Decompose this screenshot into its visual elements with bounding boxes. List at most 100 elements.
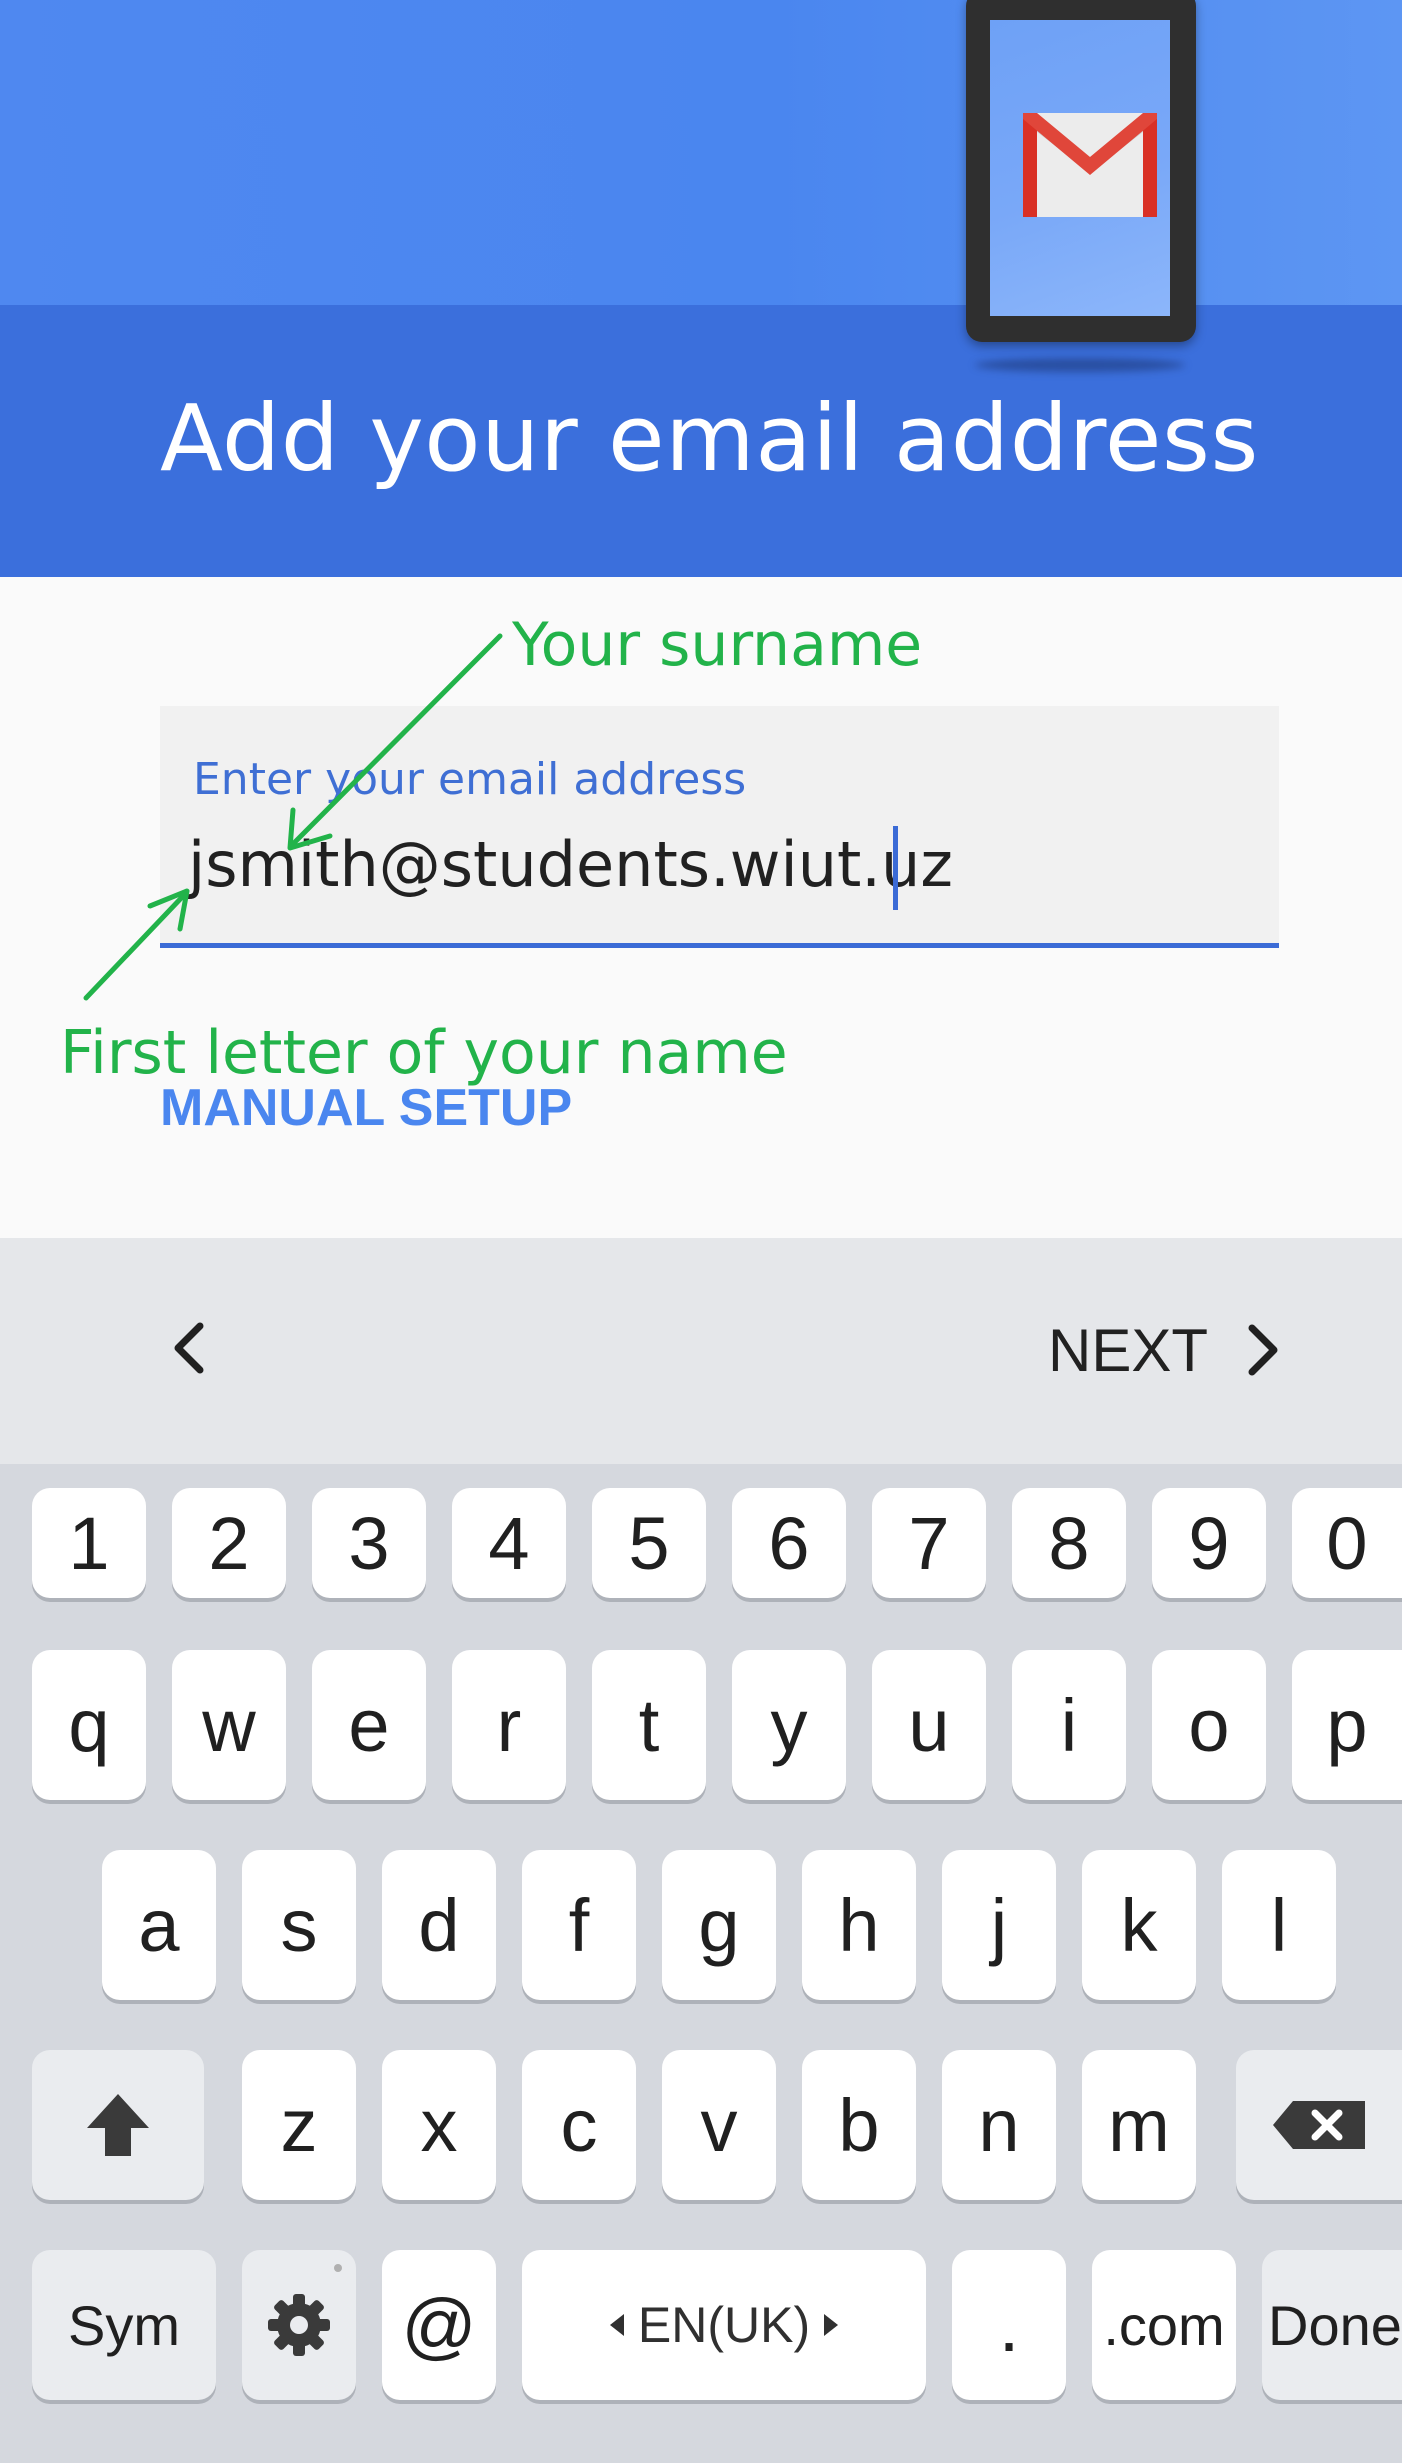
phone-screen [990, 20, 1170, 316]
header-banner: Add your email address [0, 0, 1402, 577]
language-next-icon [824, 2314, 839, 2336]
space-key[interactable]: EN(UK) [522, 2250, 926, 2400]
key-x[interactable]: x [382, 2050, 496, 2200]
next-label: NEXT [1048, 1317, 1209, 1384]
key-8[interactable]: 8 [1012, 1488, 1126, 1598]
key-n[interactable]: n [942, 2050, 1056, 2200]
key-4[interactable]: 4 [452, 1488, 566, 1598]
at-key[interactable]: @ [382, 2250, 496, 2400]
key-label: l [1270, 1883, 1288, 1967]
sym-key[interactable]: Sym [32, 2250, 216, 2400]
key-f[interactable]: f [522, 1850, 636, 2000]
key-label: h [838, 1883, 880, 1967]
key-label: z [280, 2083, 318, 2167]
key-label: @ [401, 2283, 477, 2367]
key-p[interactable]: p [1292, 1650, 1402, 1800]
backspace-icon [1273, 2101, 1365, 2149]
key-6[interactable]: 6 [732, 1488, 846, 1598]
key-label: .com [1103, 2293, 1225, 2357]
key-k[interactable]: k [1082, 1850, 1196, 2000]
key-label: 8 [1048, 1501, 1090, 1585]
back-button[interactable] [150, 1298, 230, 1398]
annotation-surname: Your surname [512, 610, 923, 680]
key-0[interactable]: 0 [1292, 1488, 1402, 1598]
key-label: a [138, 1883, 180, 1967]
key-label: w [202, 1683, 256, 1767]
period-key[interactable]: . [952, 2250, 1066, 2400]
settings-indicator-dot [334, 2264, 342, 2272]
key-label: g [698, 1883, 740, 1967]
key-1[interactable]: 1 [32, 1488, 146, 1598]
key-label: 7 [908, 1501, 950, 1585]
key-l[interactable]: l [1222, 1850, 1336, 2000]
shift-key[interactable] [32, 2050, 204, 2200]
key-label: Sym [68, 2293, 180, 2357]
key-s[interactable]: s [242, 1850, 356, 2000]
key-5[interactable]: 5 [592, 1488, 706, 1598]
shift-arrow-icon [87, 2094, 149, 2156]
key-b[interactable]: b [802, 2050, 916, 2200]
chevron-right-icon [1248, 1324, 1278, 1376]
key-z[interactable]: z [242, 2050, 356, 2200]
backspace-key[interactable] [1236, 2050, 1402, 2200]
key-label: s [280, 1883, 318, 1967]
key-label: q [68, 1683, 110, 1767]
dotcom-key[interactable]: .com [1092, 2250, 1236, 2400]
key-label: d [418, 1883, 460, 1967]
key-7[interactable]: 7 [872, 1488, 986, 1598]
key-h[interactable]: h [802, 1850, 916, 2000]
key-label: c [560, 2083, 598, 2167]
key-e[interactable]: e [312, 1650, 426, 1800]
email-input[interactable] [188, 826, 1248, 902]
annotation-first-letter: First letter of your name [60, 1018, 788, 1088]
key-label: 6 [768, 1501, 810, 1585]
on-screen-keyboard: 1 2 3 4 5 6 7 8 9 0 q w e r t y u i o p … [0, 1464, 1402, 2463]
gear-icon [268, 2294, 330, 2356]
language-label: EN(UK) [637, 2297, 811, 2353]
key-label: n [978, 2083, 1020, 2167]
key-m[interactable]: m [1082, 2050, 1196, 2200]
key-3[interactable]: 3 [312, 1488, 426, 1598]
page-title: Add your email address [160, 385, 1259, 492]
key-label: v [700, 2083, 738, 2167]
key-label: Done [1268, 2293, 1402, 2357]
key-q[interactable]: q [32, 1650, 146, 1800]
phone-shadow [975, 358, 1185, 372]
key-label: 0 [1326, 1501, 1368, 1585]
key-label: k [1120, 1883, 1158, 1967]
key-i[interactable]: i [1012, 1650, 1126, 1800]
key-label: 2 [208, 1501, 250, 1585]
key-u[interactable]: u [872, 1650, 986, 1800]
navigation-bar: NEXT [0, 1238, 1402, 1464]
key-v[interactable]: v [662, 2050, 776, 2200]
key-r[interactable]: r [452, 1650, 566, 1800]
key-y[interactable]: y [732, 1650, 846, 1800]
key-label: e [348, 1683, 390, 1767]
key-o[interactable]: o [1152, 1650, 1266, 1800]
key-2[interactable]: 2 [172, 1488, 286, 1598]
key-d[interactable]: d [382, 1850, 496, 2000]
text-caret [893, 826, 898, 910]
gmail-logo-icon [1023, 113, 1157, 217]
next-button[interactable]: NEXT [1040, 1298, 1290, 1398]
email-field[interactable]: Enter your email address [160, 706, 1279, 948]
key-label: t [638, 1683, 660, 1767]
key-c[interactable]: c [522, 2050, 636, 2200]
key-label: p [1326, 1683, 1368, 1767]
gmail-phone-illustration [966, 0, 1196, 342]
space-key-content: EN(UK) [609, 2296, 839, 2354]
key-9[interactable]: 9 [1152, 1488, 1266, 1598]
key-label: 5 [628, 1501, 670, 1585]
key-a[interactable]: a [102, 1850, 216, 2000]
done-key[interactable]: Done [1262, 2250, 1402, 2400]
key-label: 9 [1188, 1501, 1230, 1585]
settings-key[interactable] [242, 2250, 356, 2400]
key-g[interactable]: g [662, 1850, 776, 2000]
key-j[interactable]: j [942, 1850, 1056, 2000]
key-label: y [770, 1683, 808, 1767]
key-w[interactable]: w [172, 1650, 286, 1800]
key-label: i [1060, 1683, 1078, 1767]
key-label: x [420, 2083, 458, 2167]
key-t[interactable]: t [592, 1650, 706, 1800]
key-label: f [568, 1883, 590, 1967]
